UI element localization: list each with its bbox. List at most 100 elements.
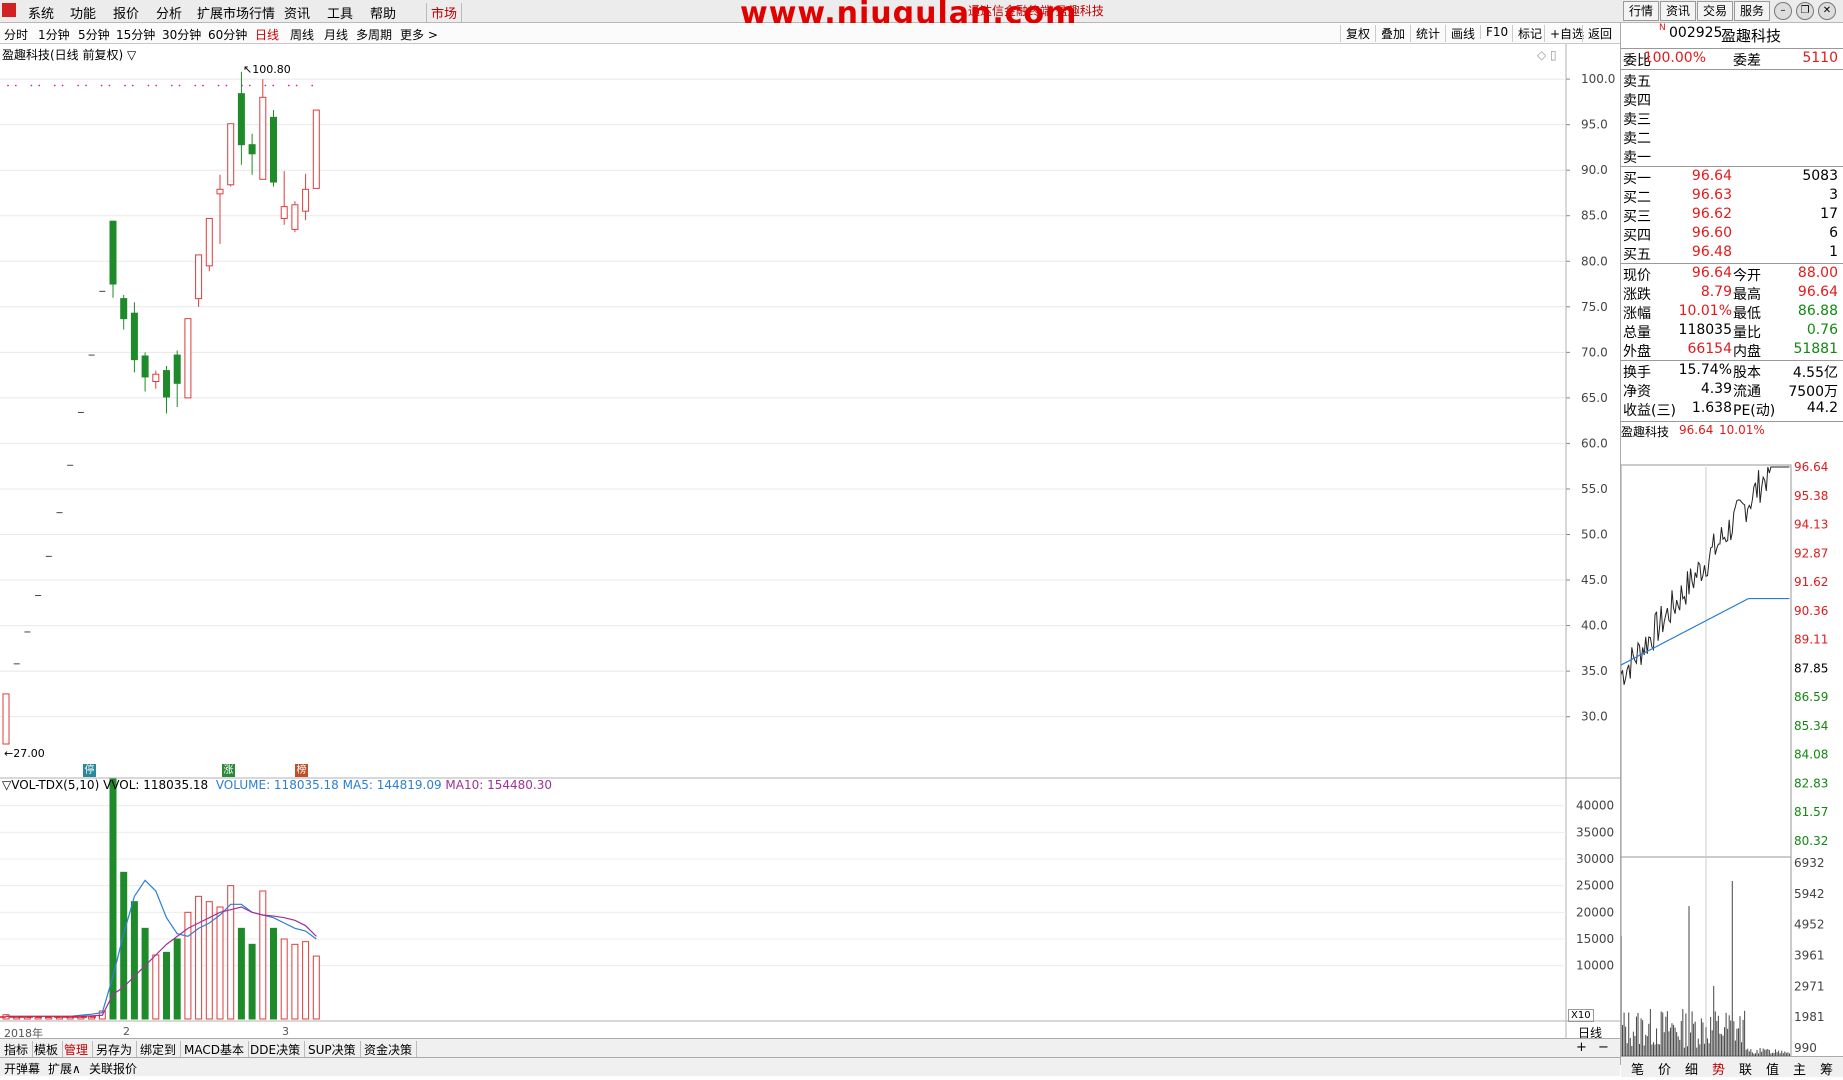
stock-code: 002925 (1669, 25, 1723, 41)
period-1min[interactable]: 1分钟 (38, 26, 70, 43)
right-tab-2[interactable]: 细 (1685, 1059, 1698, 1078)
fund-row: 收益(三) 1.638 PE(动) 44.2 (1621, 400, 1843, 419)
right-tab-7[interactable]: 筹 (1820, 1059, 1833, 1078)
marker-halt[interactable]: 停 (83, 764, 96, 777)
price-tick-label: 90.0 (1581, 163, 1608, 177)
menu-tools[interactable]: 工具 (327, 3, 353, 22)
candle-body (280, 206, 288, 219)
period-monthly[interactable]: 月线 (324, 26, 348, 43)
candle-body (248, 144, 256, 155)
tab-manage[interactable]: 管理 (64, 1041, 94, 1058)
top-btn-market[interactable]: 行情 (1623, 1, 1659, 21)
stat-label: 内盘 (1733, 344, 1761, 360)
tool-mark[interactable]: 标记 (1512, 25, 1542, 42)
right-tab-5[interactable]: 值 (1766, 1059, 1779, 1078)
fund-row: 换手 15.74% 股本 4.55亿 (1621, 362, 1843, 381)
danmaku-toggle[interactable]: 开弹幕 (4, 1060, 40, 1077)
period-more[interactable]: 更多 > (400, 26, 438, 43)
candle-body (120, 298, 128, 320)
menu-help[interactable]: 帮助 (370, 3, 396, 22)
tab-indicator[interactable]: 指标 (4, 1041, 34, 1058)
tool-add-watchlist[interactable]: +自选 (1544, 25, 1584, 42)
tab-macd[interactable]: MACD基本 (184, 1041, 249, 1058)
x10-badge[interactable]: X10 (1568, 1009, 1594, 1022)
vol-indicator-name[interactable]: ▽VOL-TDX(5,10) (2, 778, 99, 792)
menu-analysis[interactable]: 分析 (156, 3, 182, 22)
menu-quote[interactable]: 报价 (113, 3, 139, 22)
minimize-icon[interactable]: – (1774, 2, 1792, 20)
menu-system[interactable]: 系统 (28, 3, 54, 22)
candle-body (109, 220, 117, 285)
right-tab-4[interactable]: 联 (1739, 1059, 1752, 1078)
period-5min[interactable]: 5分钟 (78, 26, 110, 43)
stat-value: 88.00 (1797, 265, 1838, 281)
top-dot (217, 84, 220, 87)
mini-price-tick: 80.32 (1794, 834, 1828, 848)
top-dot (131, 84, 134, 87)
candle-body (237, 93, 245, 146)
top-dot (147, 84, 150, 87)
top-btn-news[interactable]: 资讯 (1660, 1, 1696, 21)
tool-adjust[interactable]: 复权 (1340, 25, 1370, 42)
zoom-in-button[interactable]: + (1576, 1040, 1587, 1055)
chart-options-icon[interactable]: ◇ ▯ (1537, 48, 1557, 62)
menu-market[interactable]: 市场 (426, 3, 463, 22)
period-15min[interactable]: 15分钟 (116, 26, 155, 43)
right-tab-0[interactable]: 笔 (1631, 1059, 1644, 1078)
buy-level-label: 买一 (1623, 171, 1651, 187)
linked-quote[interactable]: 关联报价 (89, 1060, 137, 1077)
period-weekly[interactable]: 周线 (290, 26, 314, 43)
tab-bind-to[interactable]: 绑定到 (140, 1041, 182, 1058)
close-icon[interactable]: ✕ (1818, 2, 1836, 20)
top-btn-service[interactable]: 服务 (1734, 1, 1770, 21)
tab-save-as[interactable]: 另存为 (96, 1041, 138, 1058)
menu-extended-market[interactable]: 扩展市场行情 (197, 3, 275, 22)
buy-level-label: 买五 (1623, 247, 1651, 263)
right-tab-6[interactable]: 主 (1793, 1059, 1806, 1078)
period-intraday[interactable]: 分时 (4, 26, 28, 43)
top-dot (30, 84, 33, 87)
tab-fund[interactable]: 资金决策 (364, 1041, 418, 1058)
tool-back[interactable]: 返回 (1582, 25, 1612, 42)
stat-label: 总量 (1623, 325, 1651, 341)
tool-stats[interactable]: 统计 (1410, 25, 1440, 42)
restore-icon[interactable]: ❐ (1796, 2, 1814, 20)
tab-dde[interactable]: DDE决策 (250, 1041, 306, 1058)
stat-value: 0.76 (1806, 322, 1838, 338)
period-30min[interactable]: 30分钟 (162, 26, 201, 43)
weibi-value: 100.00% (1643, 50, 1706, 66)
tool-overlay[interactable]: 叠加 (1375, 25, 1405, 42)
right-tab-3[interactable]: 势 (1712, 1059, 1725, 1078)
stat-label: 今开 (1733, 268, 1761, 284)
marker-list[interactable]: 榜 (295, 764, 308, 777)
kline-chart[interactable]: 100.0 95.0 90.0 85.0 80.0 75.0 70.0 65.0 60.0 55.… (0, 44, 1620, 1038)
period-multi[interactable]: 多周期 (356, 26, 392, 43)
tool-f10[interactable]: F10 (1480, 25, 1508, 39)
price-tick-label: 80.0 (1581, 254, 1608, 268)
period-daily[interactable]: 日线 (255, 26, 279, 43)
extend-toggle[interactable]: 扩展∧ (48, 1060, 81, 1077)
volume-tick-label: 35000 (1576, 825, 1614, 839)
zoom-out-button[interactable]: − (1598, 1040, 1609, 1055)
menu-news[interactable]: 资讯 (284, 3, 310, 22)
menu-function[interactable]: 功能 (70, 3, 96, 22)
volume-bar (163, 951, 170, 1020)
intraday-mini-chart[interactable]: 96.64 95.38 94.13 92.87 91.62 90.36 89.11 87.85… (1621, 441, 1843, 1067)
right-tab-1[interactable]: 价 (1658, 1059, 1671, 1078)
indicator-tab-bar: 指标 模板 管理 另存为 绑定到 MACD基本 DDE决策 SUP决策 资金决策… (0, 1038, 1620, 1058)
tab-sup[interactable]: SUP决策 (308, 1041, 361, 1058)
low-price-label: ←27.00 (4, 747, 45, 760)
volume-tick-label: 15000 (1576, 932, 1614, 946)
top-dot (287, 84, 290, 87)
weicha-label: 委差 (1733, 53, 1761, 69)
period-60min[interactable]: 60分钟 (208, 26, 247, 43)
buy-level-row: 买一 96.64 5083 (1621, 168, 1843, 187)
stat-label: 最低 (1733, 306, 1761, 322)
mini-vol-tick: 990 (1794, 1041, 1817, 1055)
top-btn-trade[interactable]: 交易 (1697, 1, 1733, 21)
tool-draw[interactable]: 画线 (1445, 25, 1475, 42)
volume-bar (152, 954, 160, 1020)
marker-limit-up[interactable]: 涨 (222, 764, 235, 777)
top-dot (77, 84, 80, 87)
tab-template[interactable]: 模板 (34, 1041, 64, 1058)
